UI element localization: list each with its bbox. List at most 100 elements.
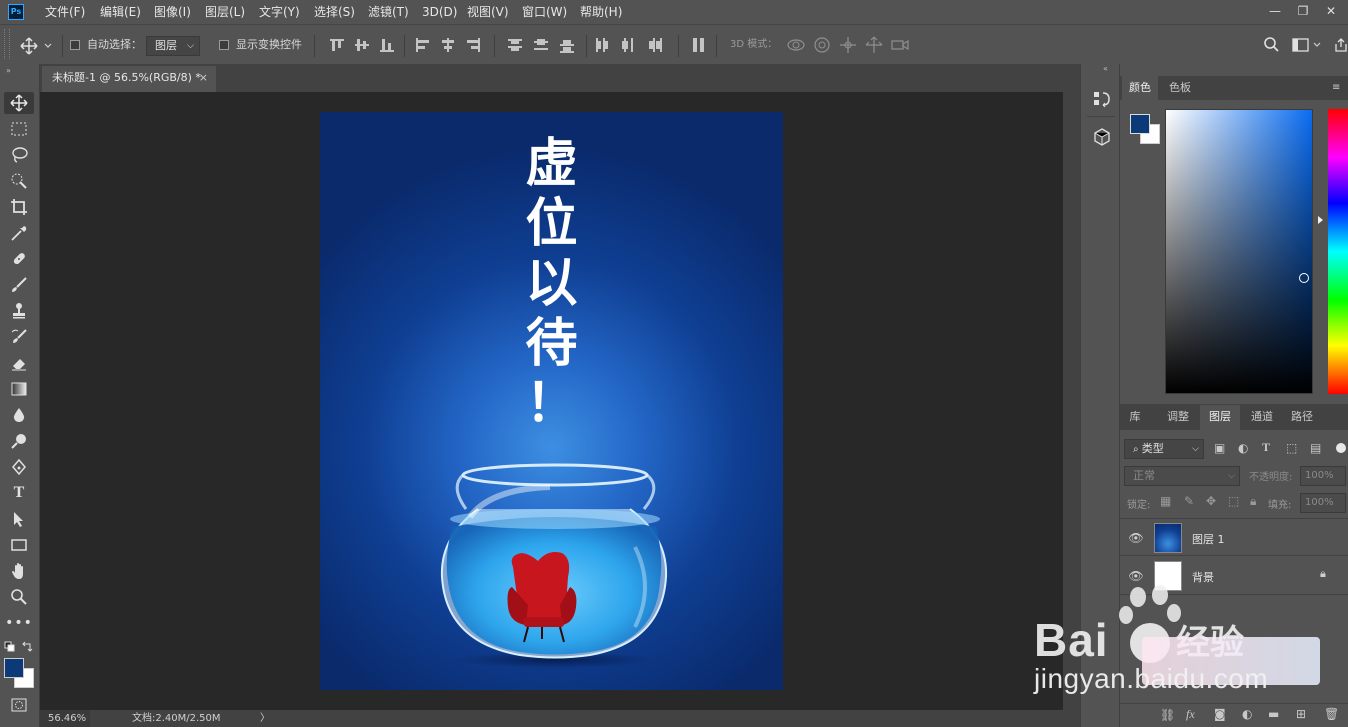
3d-slide-icon[interactable] [864,36,884,57]
3d-pan-icon[interactable] [838,36,858,57]
menu-help[interactable]: 帮助(H) [580,0,622,24]
auto-select-target-dropdown[interactable]: 图层 ⌵ [146,36,200,56]
align-left-icon[interactable] [414,37,432,53]
menu-3d[interactable]: 3D(D) [422,0,457,24]
add-mask-icon[interactable]: ◙ [1214,707,1226,721]
menu-window[interactable]: 窗口(W) [522,0,567,24]
tab-color[interactable]: 颜色 [1122,76,1158,100]
close-tab-icon[interactable]: × [199,66,208,90]
lock-pixels-icon[interactable]: ✎ [1184,494,1194,508]
marquee-tool[interactable] [4,118,34,140]
layer-style-icon[interactable]: fx [1186,707,1195,722]
hue-slider-marker-icon[interactable] [1318,216,1323,224]
tab-libraries[interactable]: 库 [1122,405,1148,429]
color-field[interactable] [1165,109,1313,394]
opacity-field[interactable]: 100% [1300,466,1346,486]
3d-video-camera-icon[interactable] [890,36,910,57]
collapse-panels-icon[interactable]: « [1103,64,1108,73]
delete-layer-icon[interactable]: 🗑︎ [1324,707,1339,721]
eye-icon[interactable]: 👁︎ [1128,531,1144,545]
tab-adjustments[interactable]: 调整 [1160,405,1196,429]
distribute-right-icon[interactable] [646,37,664,53]
dodge-tool[interactable] [4,430,34,452]
color-picker-ring[interactable] [1299,273,1309,283]
3d-orbit-icon[interactable] [786,36,806,57]
menu-edit[interactable]: 编辑(E) [100,0,141,24]
color-panel-foreground-swatch[interactable] [1130,114,1150,134]
rectangle-tool[interactable] [4,534,34,556]
status-menu-arrow[interactable]: 〉 [260,710,270,727]
brush-tool[interactable] [4,274,34,296]
document-tab[interactable]: 未标题-1 @ 56.5%(RGB/8) * × [42,66,216,92]
tab-swatches[interactable]: 色板 [1162,76,1198,100]
distribute-vertical-center-icon[interactable] [532,37,550,53]
crop-tool[interactable] [4,196,34,218]
menu-view[interactable]: 视图(V) [467,0,509,24]
panel-menu-icon[interactable]: ≡ [1332,76,1340,100]
default-colors-icon[interactable] [4,641,16,653]
tool-preset-picker[interactable] [20,37,54,55]
auto-align-layers-icon[interactable] [690,37,708,53]
blend-mode-dropdown[interactable]: 正常 ⌵ [1124,466,1240,486]
quick-mask-button[interactable] [4,694,34,716]
collapse-toolbar-icon[interactable]: » [6,66,11,75]
share-icon[interactable] [1334,38,1348,55]
auto-select-checkbox[interactable] [70,40,80,50]
history-brush-tool[interactable] [4,326,34,348]
distribute-top-icon[interactable] [506,37,524,53]
close-window-button[interactable]: ✕ [1314,0,1348,22]
blur-tool[interactable] [4,404,34,426]
edit-toolbar-button[interactable]: ••• [4,612,34,634]
distribute-left-icon[interactable] [594,37,612,53]
tab-layers[interactable]: 图层 [1200,405,1240,430]
show-transform-checkbox[interactable] [219,40,229,50]
lock-position-icon[interactable]: ✥ [1206,494,1216,508]
menu-image[interactable]: 图像(I) [154,0,191,24]
zoom-tool[interactable] [4,586,34,608]
filter-pixel-icon[interactable]: ▣ [1214,441,1225,455]
pen-tool[interactable] [4,456,34,478]
lock-transparent-icon[interactable]: ▦ [1160,494,1171,508]
menu-file[interactable]: 文件(F) [45,0,85,24]
tab-paths[interactable]: 路径 [1284,405,1320,429]
filter-smart-object-icon[interactable]: ▤ [1310,441,1321,455]
align-bottom-icon[interactable] [378,37,396,53]
eyedropper-tool[interactable] [4,222,34,244]
distribute-bottom-icon[interactable] [558,37,576,53]
workspace-icon[interactable] [1292,38,1324,55]
path-selection-tool[interactable] [4,508,34,530]
menu-filter[interactable]: 滤镜(T) [368,0,409,24]
zoom-field[interactable]: 56.46% [40,710,90,727]
align-top-icon[interactable] [328,37,346,53]
menu-layer[interactable]: 图层(L) [205,0,245,24]
menu-type[interactable]: 文字(Y) [259,0,300,24]
filter-type-icon[interactable]: T [1262,440,1270,455]
healing-brush-tool[interactable] [4,248,34,270]
eye-icon[interactable]: 👁︎ [1128,569,1144,583]
link-layers-icon[interactable]: ⛓︎ [1160,708,1175,722]
clone-stamp-tool[interactable] [4,300,34,322]
tab-channels[interactable]: 通道 [1244,405,1280,429]
gradient-tool[interactable] [4,378,34,400]
layer-filter-dropdown[interactable]: ⌕ 类型 ⌵ [1124,439,1204,459]
hue-slider[interactable] [1328,109,1348,394]
lock-all-icon[interactable]: 🔒︎ [1250,494,1256,509]
adjustment-layer-icon[interactable]: ◐ [1242,707,1252,721]
hand-tool[interactable] [4,560,34,582]
layer-row-layer1[interactable]: 👁︎ 图层 1 [1120,518,1348,556]
lock-artboard-icon[interactable]: ⬚ [1228,494,1239,508]
type-tool[interactable]: T [4,482,34,504]
align-right-icon[interactable] [464,37,482,53]
filter-toggle-icon[interactable] [1336,443,1346,453]
history-panel-icon[interactable] [1091,88,1113,110]
3d-cube-panel-icon[interactable] [1091,126,1113,148]
3d-roll-icon[interactable] [812,36,832,57]
eraser-tool[interactable] [4,352,34,374]
quick-selection-tool[interactable] [4,170,34,192]
menu-select[interactable]: 选择(S) [314,0,355,24]
swap-colors-icon[interactable] [20,641,34,653]
move-tool[interactable] [4,92,34,114]
search-icon[interactable] [1262,36,1280,57]
foreground-color-swatch[interactable] [4,658,24,678]
align-horizontal-center-icon[interactable] [439,37,457,53]
